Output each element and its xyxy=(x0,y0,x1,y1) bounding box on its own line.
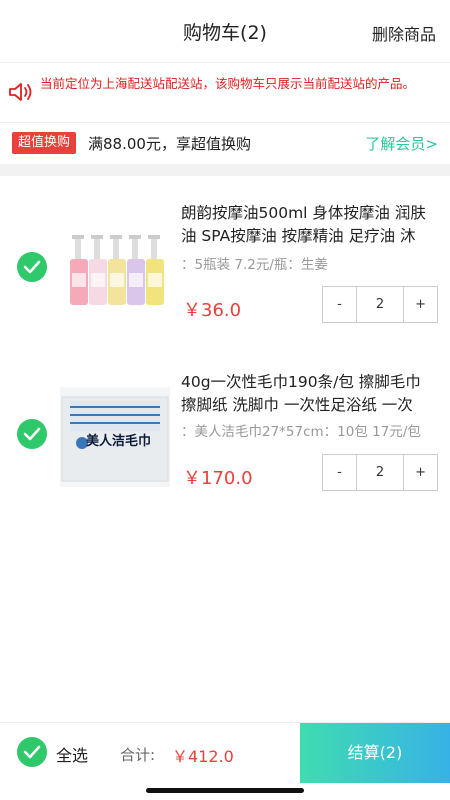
cart-item: 朗韵按摩油500ml 身体按摩油 润肤油 SPA按摩油 按摩精油 足疗油 沐足.… xyxy=(0,182,450,352)
item-name[interactable]: 40g一次性毛巾190条/包 擦脚毛巾 擦脚纸 洗脚巾 一次性足浴纸 一次性..… xyxy=(181,371,441,417)
speaker-icon xyxy=(9,83,32,101)
learn-membership-link[interactable]: 了解会员> xyxy=(365,133,438,154)
item-spec[interactable]: ：5瓶装 7.2元/瓶：生姜 xyxy=(181,253,443,273)
check-icon xyxy=(23,745,41,759)
checkout-button[interactable]: 结算(2) xyxy=(300,723,450,783)
check-icon xyxy=(23,260,41,274)
quantity-value[interactable]: 2 xyxy=(355,287,405,322)
total-amount: ￥412.0 xyxy=(172,747,234,766)
item-checkbox[interactable] xyxy=(17,419,47,449)
promo-text: 满88.00元，享超值换购 xyxy=(88,135,251,153)
item-price: ￥170.0 xyxy=(183,468,253,489)
decrease-button[interactable]: - xyxy=(323,455,356,490)
increase-button[interactable]: + xyxy=(404,287,437,322)
quantity-stepper: - 2 + xyxy=(322,454,438,491)
notice-text: 当前定位为上海配送站配送站，该购物车只展示当前配送站的产品。 xyxy=(40,76,416,91)
total-label: 合计: xyxy=(120,746,156,764)
section-divider xyxy=(0,164,450,176)
item-price: ￥36.0 xyxy=(183,300,242,321)
promo-badge: 超值换购 xyxy=(12,132,77,154)
item-spec[interactable]: ：美人洁毛巾27*57cm：10包 17元/包 xyxy=(181,420,443,440)
decrease-button[interactable]: - xyxy=(323,287,356,322)
check-icon xyxy=(23,427,41,441)
item-checkbox[interactable] xyxy=(17,252,47,282)
quantity-value[interactable]: 2 xyxy=(355,455,405,490)
exchange-promo-bar: 超值换购 满88.00元，享超值换购 了解会员> xyxy=(0,122,450,164)
quantity-stepper: - 2 + xyxy=(322,286,438,323)
increase-button[interactable]: + xyxy=(404,455,437,490)
delete-items-button[interactable]: 删除商品 xyxy=(372,21,436,45)
home-indicator[interactable] xyxy=(146,788,304,793)
package-label: 美人洁毛巾 xyxy=(86,434,152,449)
select-all-checkbox[interactable] xyxy=(17,737,47,767)
cart-item: 美人洁毛巾 40g一次性毛巾190条/包 擦脚毛巾 擦脚纸 洗脚巾 一次性足浴纸… xyxy=(0,352,450,522)
select-all-label[interactable]: 全选 xyxy=(56,742,88,766)
towel-package-thumbnail[interactable]: 美人洁毛巾 xyxy=(60,387,170,487)
item-name[interactable]: 朗韵按摩油500ml 身体按摩油 润肤油 SPA按摩油 按摩精油 足疗油 沐足.… xyxy=(181,202,441,248)
top-bar: 购物车(2) 删除商品 xyxy=(0,0,450,62)
delivery-notice: 当前定位为上海配送站配送站，该购物车只展示当前配送站的产品。 xyxy=(0,62,450,120)
massage-oil-thumbnail[interactable] xyxy=(60,217,170,317)
